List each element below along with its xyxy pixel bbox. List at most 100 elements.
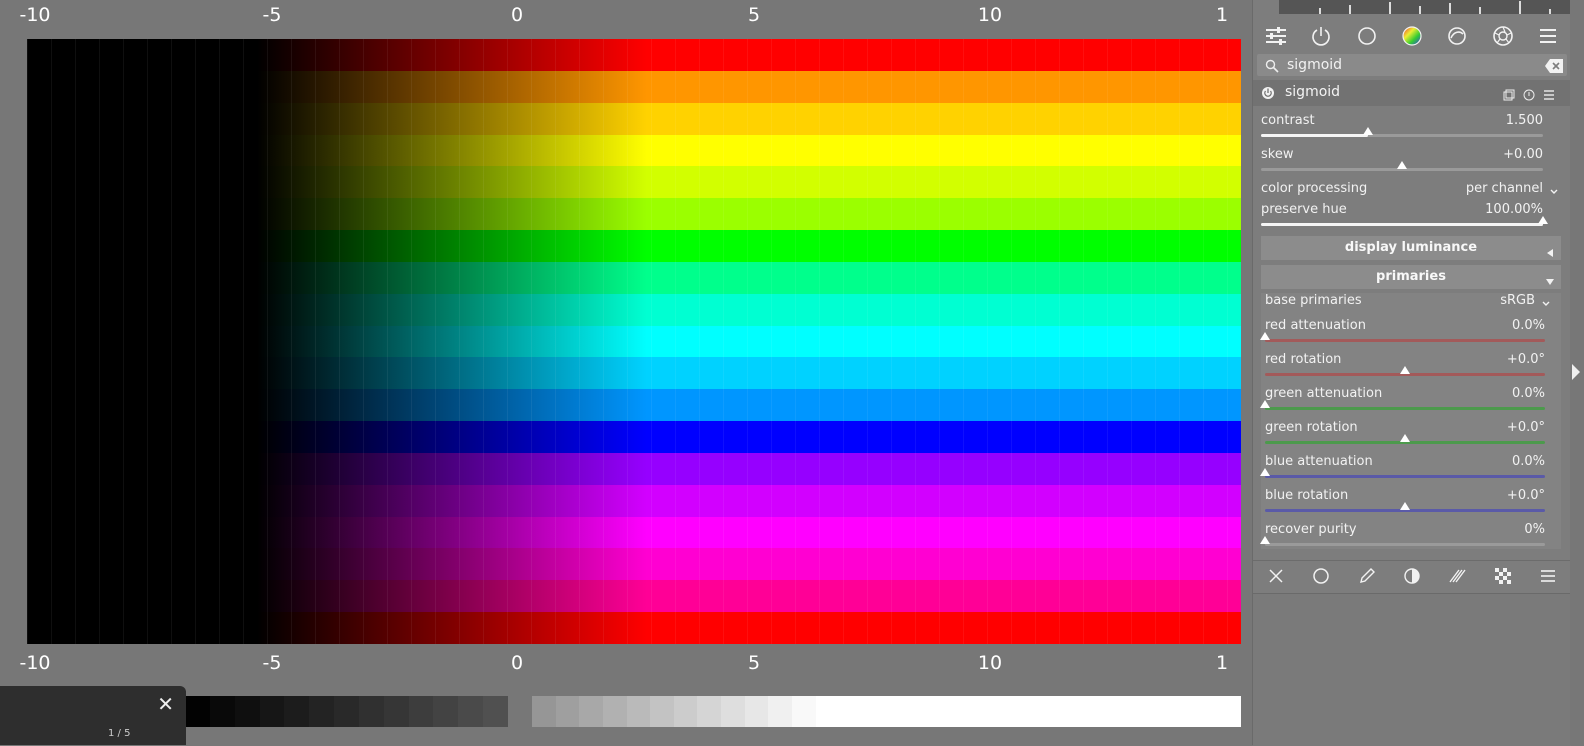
green-attenuation-thumb[interactable] xyxy=(1260,400,1270,408)
preserve-hue-thumb[interactable] xyxy=(1538,216,1548,224)
power-icon[interactable] xyxy=(1309,24,1333,48)
color-processing-combo[interactable]: color processing per channel xyxy=(1253,181,1571,201)
contrast-slider[interactable]: contrast 1.500 xyxy=(1253,113,1571,147)
swatch-row xyxy=(27,548,1241,581)
display-luminance-section[interactable]: display luminance xyxy=(1261,236,1561,260)
display-luminance-title: display luminance xyxy=(1344,240,1478,255)
color-processing-label: color processing xyxy=(1261,181,1368,196)
pencil-icon[interactable] xyxy=(1355,564,1379,588)
exposure-axis-bottom: -10 -5 0 5 10 1 xyxy=(0,648,1240,678)
blue-attenuation-label: blue attenuation xyxy=(1265,454,1373,469)
blue-rotation-slider[interactable]: blue rotation +0.0° xyxy=(1257,488,1565,522)
exposure-axis-top: -10 -5 0 5 10 1 xyxy=(0,0,1240,30)
menu-icon[interactable] xyxy=(1536,564,1560,588)
red-attenuation-track xyxy=(1260,332,1545,342)
skew-value: +0.00 xyxy=(1503,147,1543,162)
recover-purity-track xyxy=(1260,536,1545,546)
swatch-row xyxy=(27,70,1241,103)
swatch-row xyxy=(27,357,1241,390)
preserve-hue-slider[interactable]: preserve hue 100.00% xyxy=(1253,202,1571,236)
gradient-icon[interactable] xyxy=(1400,564,1424,588)
axis-tick-label: -10 xyxy=(19,4,51,26)
swatch-row xyxy=(27,421,1241,453)
recover-purity-label: recover purity xyxy=(1265,522,1357,537)
gray-ramp-dark xyxy=(185,696,508,727)
contrast-value: 1.500 xyxy=(1505,113,1543,128)
swatch-row xyxy=(27,166,1241,199)
swatch-row xyxy=(27,484,1241,517)
blue-attenuation-track xyxy=(1260,468,1545,478)
swatch-row xyxy=(27,612,1241,644)
blue-attenuation-value: 0.0% xyxy=(1511,454,1545,469)
green-rotation-thumb[interactable] xyxy=(1400,434,1410,442)
axis-tick-label: 5 xyxy=(747,652,761,674)
green-rotation-label: green rotation xyxy=(1265,420,1358,435)
clear-search-icon[interactable] xyxy=(1545,58,1563,77)
contrast-track xyxy=(1261,127,1543,137)
skew-thumb[interactable] xyxy=(1397,161,1407,169)
close-icon[interactable]: ✕ xyxy=(157,692,174,716)
red-rotation-track xyxy=(1265,366,1545,376)
reset-icon[interactable] xyxy=(1523,86,1535,105)
module-power-icon[interactable] xyxy=(1261,85,1275,104)
search-input[interactable] xyxy=(1287,55,1527,75)
multi-instance-icon[interactable] xyxy=(1503,86,1515,105)
blue-rotation-thumb[interactable] xyxy=(1400,502,1410,510)
recover-purity-thumb[interactable] xyxy=(1260,536,1270,544)
gray-ramp-light xyxy=(532,696,1242,727)
green-rotation-value: +0.0° xyxy=(1506,420,1545,435)
red-attenuation-slider[interactable]: red attenuation 0.0% xyxy=(1257,318,1565,352)
green-attenuation-value: 0.0% xyxy=(1511,386,1545,401)
axis-tick-label: 0 xyxy=(510,4,524,26)
recover-purity-value: 0% xyxy=(1524,522,1545,537)
contrast-thumb[interactable] xyxy=(1363,127,1374,135)
swatch-row xyxy=(27,293,1241,326)
circle-icon[interactable] xyxy=(1355,24,1379,48)
blue-attenuation-slider[interactable]: blue attenuation 0.0% xyxy=(1257,454,1565,488)
axis-tick-label: 1 xyxy=(1215,652,1229,674)
green-attenuation-slider[interactable]: green attenuation 0.0% xyxy=(1257,386,1565,420)
swatch-row xyxy=(27,452,1241,485)
exchange-icon[interactable] xyxy=(1445,24,1469,48)
base-primaries-label: base primaries xyxy=(1265,293,1362,308)
primaries-section[interactable]: primaries xyxy=(1261,265,1561,289)
swatch-row xyxy=(27,39,1241,71)
axis-tick-label: 5 xyxy=(747,4,761,26)
color-swatch-grid xyxy=(27,39,1241,644)
red-attenuation-thumb[interactable] xyxy=(1260,332,1270,340)
aperture-icon[interactable] xyxy=(1491,24,1515,48)
skew-slider[interactable]: skew +0.00 xyxy=(1253,147,1571,181)
circle-icon[interactable] xyxy=(1309,564,1333,588)
axis-tick-label: -5 xyxy=(262,652,282,674)
menu-icon[interactable] xyxy=(1536,24,1560,48)
presets-menu-icon[interactable] xyxy=(1543,86,1555,105)
blue-attenuation-thumb[interactable] xyxy=(1260,468,1270,476)
axis-tick-label: 10 xyxy=(977,4,1003,26)
module-header-sigmoid[interactable]: sigmoid xyxy=(1253,80,1571,106)
chevron-down-icon xyxy=(1549,182,1559,201)
base-primaries-combo[interactable]: base primaries sRGB xyxy=(1253,293,1571,313)
color-wheel-icon[interactable] xyxy=(1400,24,1424,48)
toast-text: 1 / 5 xyxy=(108,728,131,739)
blue-rotation-value: +0.0° xyxy=(1506,488,1545,503)
recover-purity-slider[interactable]: recover purity 0% xyxy=(1257,522,1565,556)
red-attenuation-label: red attenuation xyxy=(1265,318,1366,333)
chevron-down-icon xyxy=(1541,294,1551,313)
swatch-row xyxy=(27,261,1241,294)
collapse-left-icon xyxy=(1545,243,1555,262)
red-rotation-slider[interactable]: red rotation +0.0° xyxy=(1257,352,1565,386)
green-attenuation-track xyxy=(1260,400,1545,410)
blue-rotation-track xyxy=(1265,502,1545,512)
base-primaries-value: sRGB xyxy=(1500,293,1535,308)
collapse-panel-icon[interactable] xyxy=(1572,364,1580,380)
green-rotation-track xyxy=(1265,434,1545,444)
sliders-icon[interactable] xyxy=(1264,24,1288,48)
checker-icon[interactable] xyxy=(1491,564,1515,588)
close-icon[interactable] xyxy=(1264,564,1288,588)
red-rotation-thumb[interactable] xyxy=(1400,366,1410,374)
swatch-row xyxy=(27,134,1241,167)
module-search xyxy=(1257,54,1567,76)
green-rotation-slider[interactable]: green rotation +0.0° xyxy=(1257,420,1565,454)
swatch-row xyxy=(27,325,1241,358)
parametric-icon[interactable] xyxy=(1445,564,1469,588)
